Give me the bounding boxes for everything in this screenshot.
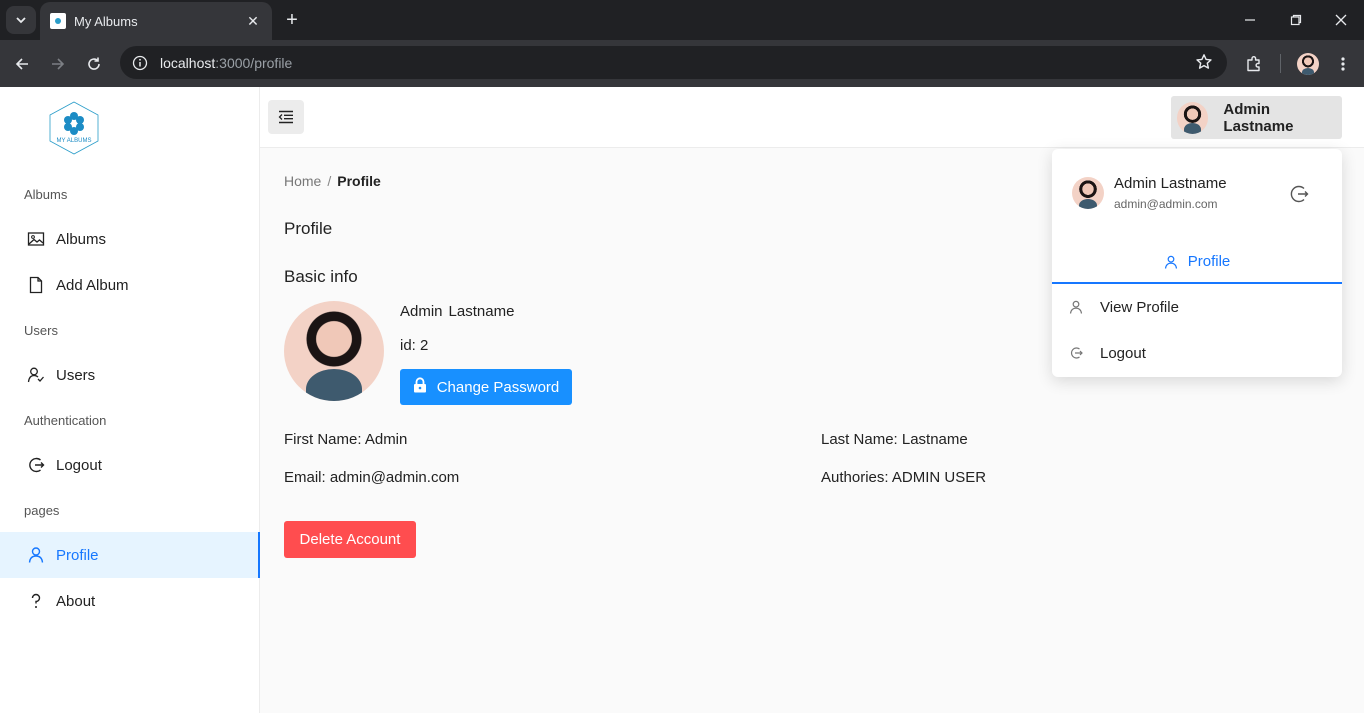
last-name-field: Last Name: Lastname [821,431,968,448]
profile-id: id: 2 [400,337,429,354]
chevron-down-icon [16,17,26,24]
favicon-icon [50,13,66,29]
dropdown-user-name: Admin Lastname [1114,175,1227,192]
tab-search-button[interactable] [6,6,36,34]
menu-item-label: Logout [1100,344,1146,362]
browser-menu-button[interactable] [1330,51,1356,77]
header-user-name: Admin Lastname [1223,100,1294,135]
reload-icon [88,57,100,70]
logout-icon[interactable] [1289,184,1309,204]
users-icon [26,365,46,385]
sidebar-item-logout[interactable]: Logout [0,442,259,488]
user-dropdown: Admin Lastname admin@admin.com Profile V… [1052,149,1342,377]
user-icon [26,545,46,565]
sidebar-item-add-album[interactable]: Add Album [0,262,259,308]
app-header: Admin Lastname [260,87,1364,148]
user-icon [1164,255,1178,269]
sidebar-item-label: Profile [56,546,99,564]
user-menu-button[interactable]: Admin Lastname [1171,96,1342,139]
browser-profile-avatar [1297,53,1319,75]
file-icon [26,275,46,295]
sidebar: MY ALBUMS Albums Albums Add Album Users … [0,87,260,713]
browser-toolbar: localhost:3000/profile [0,40,1364,87]
profile-avatar [284,301,384,401]
extensions-button[interactable] [1241,51,1267,77]
more-vertical-icon [1341,57,1345,71]
first-name-field: First Name: Admin [284,431,408,448]
sidebar-item-albums[interactable]: Albums [0,216,259,262]
logout-icon [1068,346,1084,360]
authorities-field: Authories: ADMIN USER [821,469,987,486]
tab-title: My Albums [74,13,138,29]
image-icon [26,229,46,249]
puzzle-icon [1247,56,1260,72]
sidebar-heading-authentication: Authentication [24,413,107,428]
delete-account-button[interactable]: Delete Account [284,521,416,558]
dropdown-user-email: admin@admin.com [1114,197,1218,211]
arrow-left-icon [15,58,28,70]
minimize-icon [1245,19,1255,21]
collapse-sidebar-button[interactable] [268,100,304,134]
avatar [1072,177,1104,209]
profile-avatar-button[interactable] [1295,51,1321,77]
menu-fold-icon [278,110,293,124]
reload-button[interactable] [80,50,108,78]
restore-icon [1290,14,1302,26]
arrow-right-icon [52,58,65,70]
info-icon [132,55,148,70]
sidebar-item-label: About [56,592,96,610]
sidebar-item-label: Albums [56,230,107,248]
app-logo[interactable]: MY ALBUMS [48,101,100,155]
question-icon [26,591,46,611]
minimize-button[interactable] [1227,0,1273,40]
sidebar-item-users[interactable]: Users [0,352,259,398]
change-password-label: Change Password [436,378,560,396]
url-text: localhost:3000/profile [160,54,293,71]
logo-text: MY ALBUMS [57,138,92,144]
close-window-button[interactable] [1318,0,1364,40]
forward-button[interactable] [44,50,72,78]
sidebar-item-label: Users [56,366,96,384]
logout-icon [26,455,46,475]
close-tab-icon[interactable]: ✕ [244,13,262,30]
browser-tab-bar: My Albums ✕ + [0,0,1364,40]
sidebar-item-label: Add Album [56,276,129,294]
profile-first-name: Admin [400,303,443,320]
sidebar-heading-albums: Albums [24,187,68,202]
change-password-button[interactable]: Change Password [400,369,572,405]
sidebar-item-profile[interactable]: Profile [0,532,260,578]
profile-full-name: Admin Lastname [400,303,514,320]
toolbar-divider [1280,54,1281,73]
restore-button[interactable] [1273,0,1319,40]
section-title: Basic info [284,267,358,286]
email-field: Email: admin@admin.com [284,469,460,486]
profile-last-name: Lastname [448,303,515,320]
page-title: Profile [284,219,333,238]
sidebar-item-about[interactable]: About [0,578,259,624]
menu-item-logout[interactable]: Logout [1052,333,1342,373]
breadcrumb-separator: / [327,173,332,189]
breadcrumb: Home / Profile [284,173,381,189]
menu-item-label: View Profile [1100,298,1179,316]
tab-profile-label: Profile [1187,253,1231,270]
bookmark-star-icon[interactable] [1195,53,1213,76]
sidebar-item-label: Logout [56,456,102,474]
close-icon [1335,14,1347,26]
avatar [1177,101,1209,134]
browser-tab[interactable]: My Albums ✕ [40,2,272,40]
sidebar-heading-pages: pages [24,503,60,518]
menu-item-view-profile[interactable]: View Profile [1052,287,1342,327]
user-icon [1068,300,1084,314]
lock-icon [413,377,427,397]
sidebar-heading-users: Users [24,323,58,338]
address-bar[interactable]: localhost:3000/profile [120,46,1227,79]
back-button[interactable] [8,50,36,78]
tab-profile[interactable]: Profile [1052,241,1342,284]
breadcrumb-home[interactable]: Home [284,173,321,189]
breadcrumb-current: Profile [337,173,381,189]
new-tab-button[interactable]: + [280,8,304,32]
